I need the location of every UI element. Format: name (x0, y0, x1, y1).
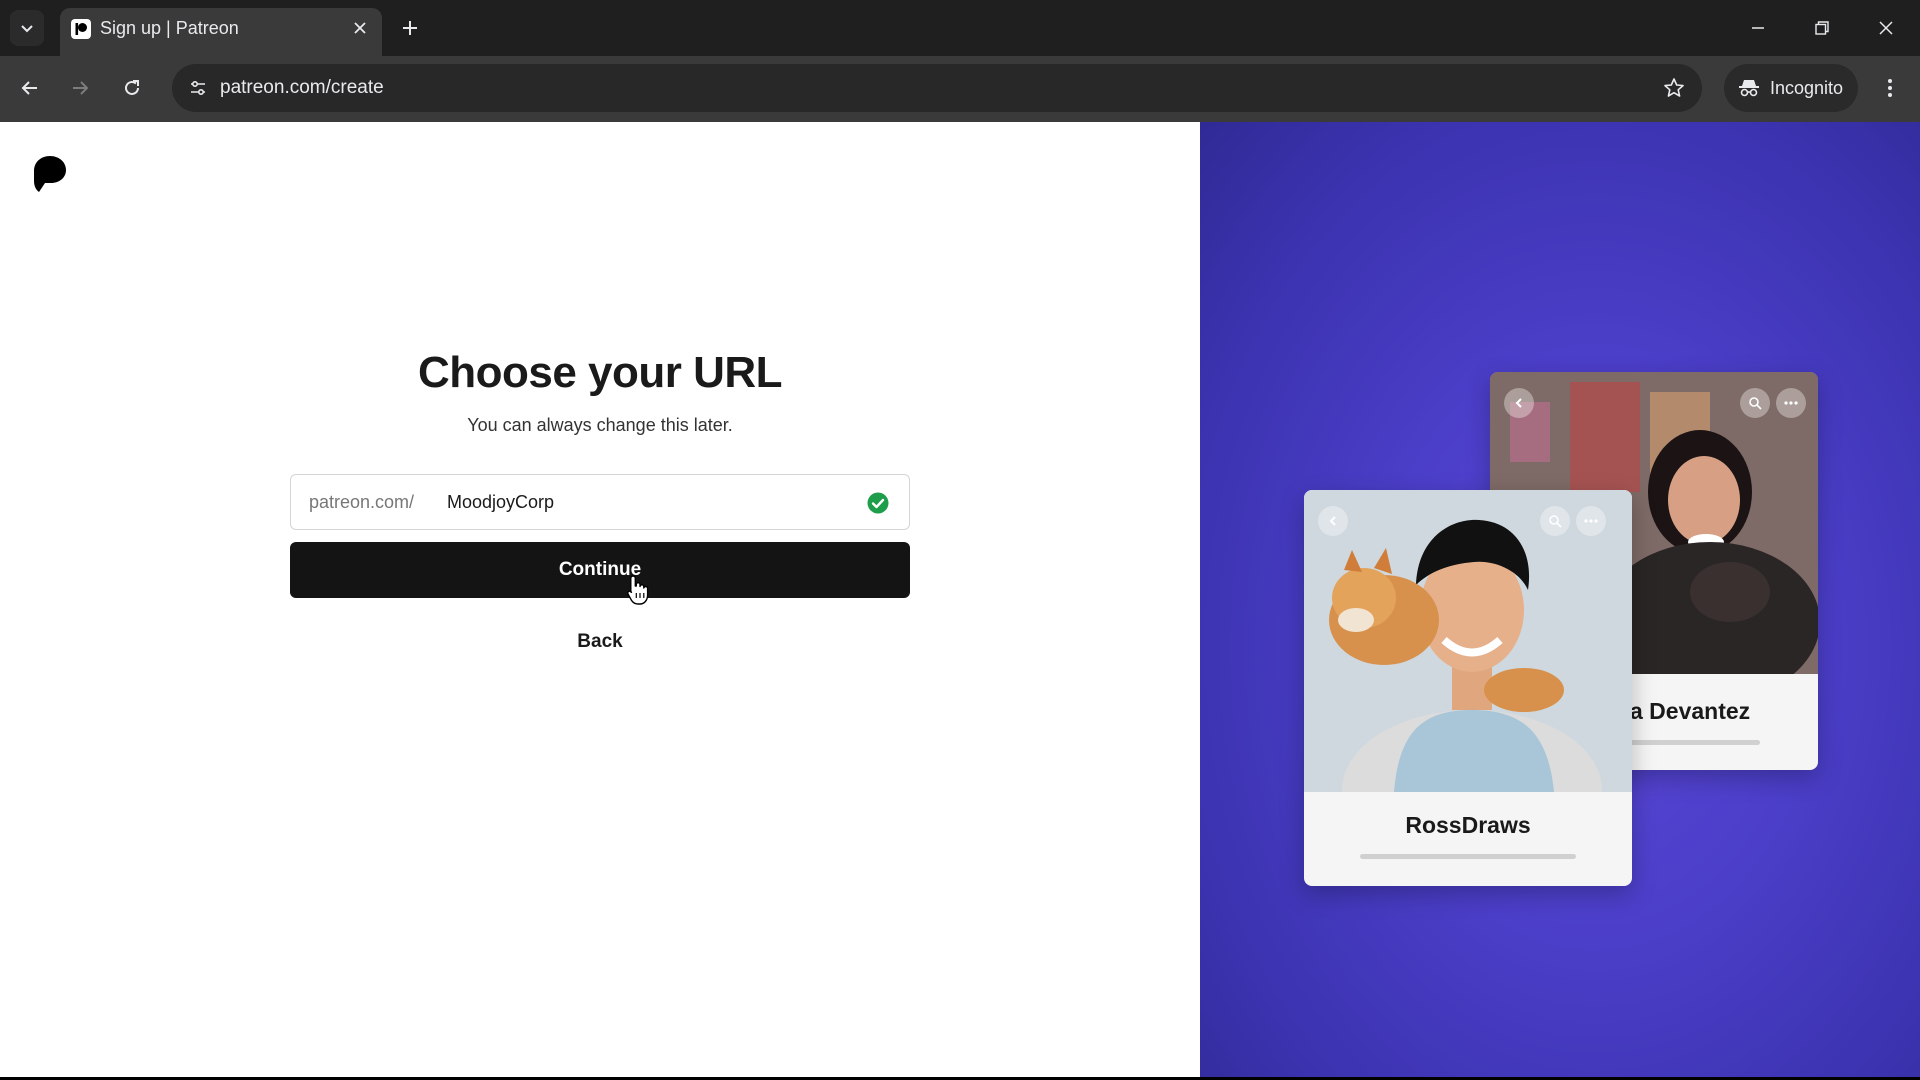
close-icon (354, 22, 366, 34)
star-icon (1664, 78, 1684, 97)
close-window-button[interactable] (1862, 8, 1910, 48)
page-content: Choose your URL You can always change th… (0, 122, 1920, 1077)
incognito-icon (1739, 80, 1759, 97)
card-placeholder-bar (1630, 740, 1760, 745)
restore-button[interactable] (1798, 8, 1846, 48)
url-input[interactable] (447, 483, 847, 521)
creator-name: RossDraws (1405, 812, 1531, 838)
close-icon (1879, 21, 1893, 35)
tune-icon (191, 80, 205, 96)
kebab-menu-icon (1888, 79, 1892, 97)
creator-showcase-pane: a Devantez RossDraws (1200, 122, 1920, 1077)
incognito-indicator[interactable]: Incognito (1724, 64, 1858, 112)
site-info-button[interactable] (182, 72, 214, 104)
chevron-left-icon (1515, 398, 1522, 408)
bookmark-button[interactable] (1660, 74, 1688, 102)
restore-icon (1815, 21, 1829, 35)
reload-icon (125, 80, 139, 95)
address-bar[interactable]: patreon.com/create (172, 64, 1702, 112)
patreon-icon (71, 19, 91, 39)
plus-icon (403, 21, 417, 35)
back-nav-button[interactable] (12, 70, 48, 106)
card-search (1540, 506, 1570, 536)
minimize-button[interactable] (1734, 8, 1782, 48)
arrow-right-icon (73, 81, 89, 95)
forward-nav-button[interactable] (62, 70, 98, 106)
chevron-down-icon (21, 25, 33, 33)
back-button[interactable]: Back (540, 622, 660, 662)
chevron-left-icon (1329, 516, 1336, 526)
reload-button[interactable] (114, 70, 150, 106)
tab-title: Sign up | Patreon (100, 18, 239, 38)
browser-menu-button[interactable] (1872, 70, 1908, 106)
creator-photo (1304, 490, 1632, 870)
tab-close-button[interactable] (348, 16, 372, 40)
check-circle-icon (867, 492, 889, 514)
patreon-logo-icon[interactable] (33, 155, 67, 193)
url-prefix-label: patreon.com/ (309, 492, 415, 512)
new-tab-button[interactable] (394, 12, 426, 44)
incognito-label: Incognito (1770, 77, 1844, 98)
url-field[interactable]: patreon.com/ (290, 474, 910, 530)
minimize-icon (1752, 27, 1764, 29)
page-title: Choose your URL (417, 348, 783, 397)
browser-tab[interactable]: Sign up | Patreon (60, 8, 382, 56)
continue-button[interactable]: Continue (290, 542, 910, 598)
page-subtitle: You can always change this later. (467, 415, 733, 435)
signup-form-pane: Choose your URL You can always change th… (0, 122, 1200, 1077)
hand-cursor-icon (627, 575, 649, 605)
more-icon (1784, 401, 1798, 405)
url-text[interactable]: patreon.com/create (220, 77, 384, 99)
creator-card-front: RossDraws (1304, 490, 1632, 886)
arrow-left-icon (21, 81, 37, 95)
card-placeholder-bar (1360, 854, 1576, 859)
card-back-arrow (1318, 506, 1348, 536)
search-icon (1549, 515, 1562, 528)
card-search (1740, 388, 1770, 418)
card-more (1576, 506, 1606, 536)
search-icon (1749, 397, 1762, 410)
card-back-arrow (1504, 388, 1534, 418)
creator-photo-illustration (1304, 490, 1632, 870)
more-icon (1584, 519, 1598, 523)
tab-strip: Sign up | Patreon (0, 0, 1920, 56)
card-more (1776, 388, 1806, 418)
tab-list-button[interactable] (10, 10, 44, 46)
browser-toolbar: patreon.com/create Incognito (0, 56, 1920, 122)
creator-name: a Devantez (1630, 698, 1751, 724)
